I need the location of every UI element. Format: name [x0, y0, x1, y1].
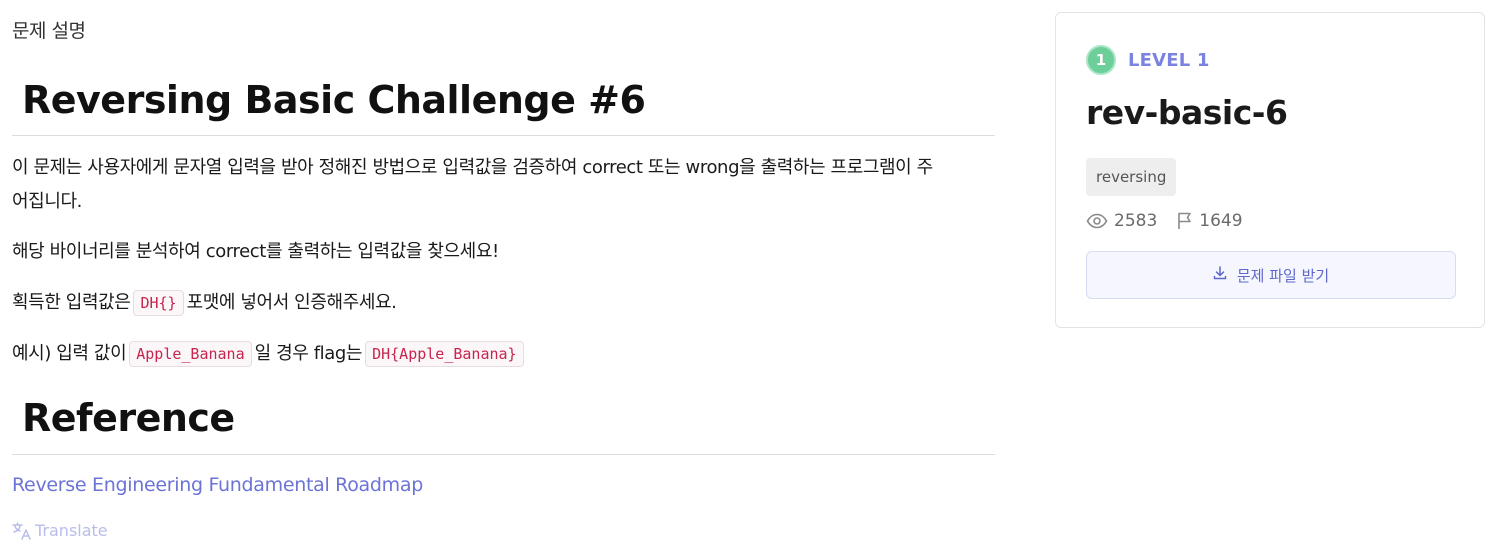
paragraph-3-text-before: 획득한 입력값은: [12, 292, 131, 313]
level-badge: 1: [1086, 45, 1116, 75]
description-paragraph-2: 해당 바이너리를 분석하여 correct를 출력하는 입력값을 찾으세요!: [12, 241, 499, 262]
translate-icon: [12, 521, 32, 540]
reference-divider: [12, 454, 995, 455]
download-label: 문제 파일 받기: [1236, 266, 1330, 285]
heading-divider: [12, 135, 995, 136]
reference-heading: Reference: [22, 396, 235, 440]
challenge-info-card: 1 LEVEL 1 rev-basic-6 reversing 2583 164…: [1055, 12, 1485, 328]
challenge-stats: 2583 1649: [1086, 211, 1243, 231]
description-paragraph-1: 이 문제는 사용자에게 문자열 입력을 받아 정해진 방법으로 입력값을 검증하…: [12, 151, 995, 219]
level-label: LEVEL 1: [1128, 49, 1210, 71]
download-file-button[interactable]: 문제 파일 받기: [1086, 251, 1456, 299]
eye-icon: [1086, 213, 1108, 229]
paragraph-4-text-middle: 일 경우 flag는: [254, 343, 363, 364]
solve-count: 1649: [1199, 211, 1243, 231]
section-title: 문제 설명: [12, 20, 86, 42]
reference-link[interactable]: Reverse Engineering Fundamental Roadmap: [12, 474, 423, 496]
description-paragraph-3: 획득한 입력값은 DH{} 포맷에 넣어서 인증해주세요.: [12, 286, 995, 320]
level-indicator: 1 LEVEL 1: [1086, 45, 1210, 75]
challenge-heading: Reversing Basic Challenge #6: [22, 78, 646, 122]
page: 문제 설명 Reversing Basic Challenge #6 이 문제는…: [0, 0, 1490, 542]
flag-icon: [1177, 212, 1193, 230]
description-line-2: 어집니다.: [12, 191, 82, 212]
example-flag-code: DH{Apple_Banana}: [365, 341, 524, 367]
description-line-1: 이 문제는 사용자에게 문자열 입력을 받아 정해진 방법으로 입력값을 검증하…: [12, 157, 933, 178]
flag-format-code: DH{}: [133, 290, 184, 316]
view-count: 2583: [1114, 211, 1158, 231]
translate-button[interactable]: Translate: [12, 521, 108, 540]
challenge-title: rev-basic-6: [1086, 93, 1288, 132]
download-icon: [1213, 266, 1227, 284]
translate-label: Translate: [35, 521, 108, 540]
paragraph-3-text-after: 포맷에 넣어서 인증해주세요.: [186, 292, 397, 313]
paragraph-4-text-before: 예시) 입력 값이: [12, 343, 127, 364]
description-paragraph-4: 예시) 입력 값이 Apple_Banana 일 경우 flag는 DH{Apple_…: [12, 337, 995, 371]
category-tag[interactable]: reversing: [1086, 158, 1177, 196]
example-input-code: Apple_Banana: [129, 341, 252, 367]
